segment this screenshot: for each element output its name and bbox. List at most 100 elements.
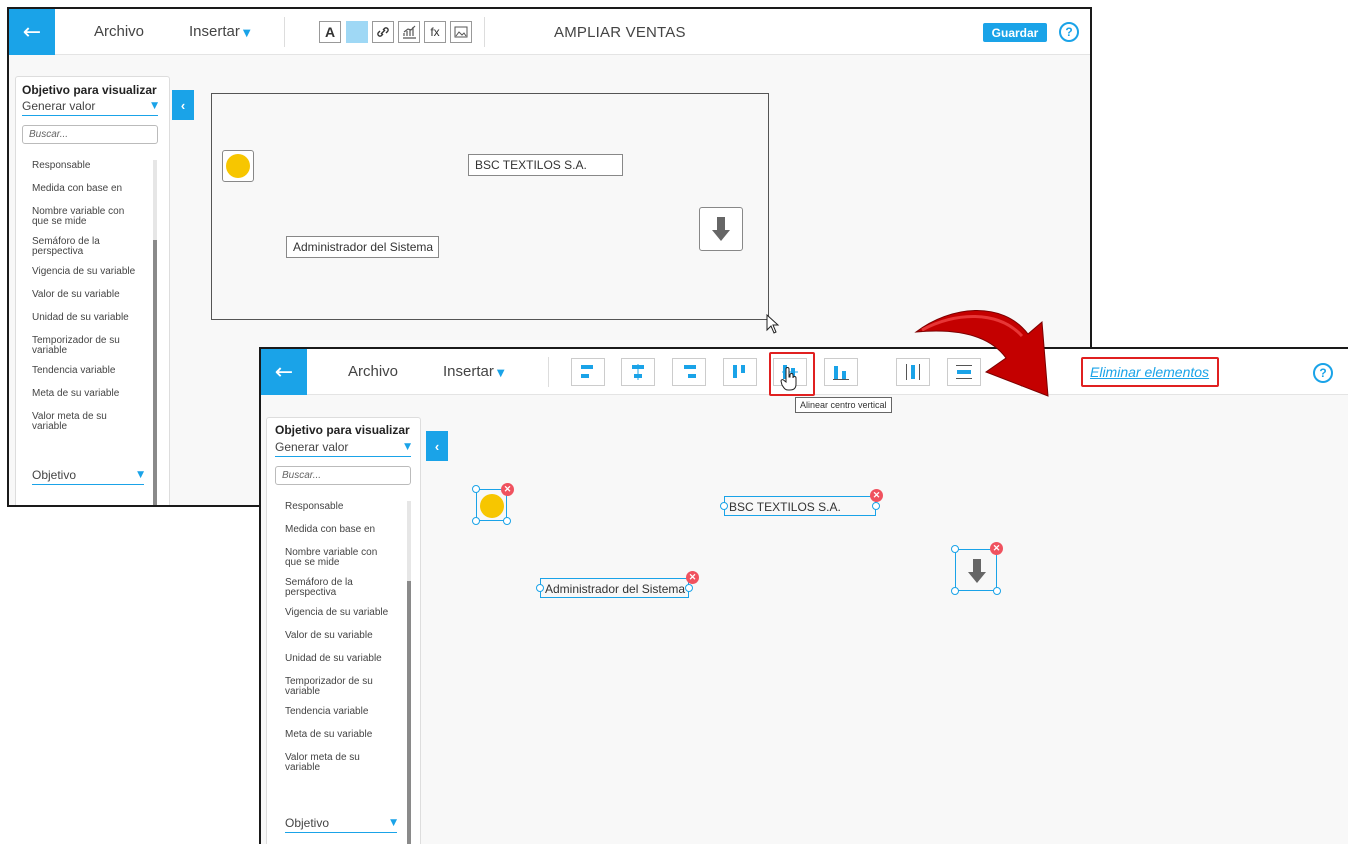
resize-handle[interactable]: [872, 502, 880, 510]
toolbar: ← Archivo Insertar ▼ A fx AMPLIAR VENTAS …: [9, 9, 1090, 55]
help-icon[interactable]: ?: [1313, 363, 1333, 383]
back-button[interactable]: ←: [261, 349, 307, 395]
variable-list: Responsable Medida con base en Nombre vari…: [285, 502, 403, 783]
admin-label[interactable]: Administrador del Sistema: [540, 578, 689, 598]
objective-panel: Objetivo para visualizar Generar valor ▼ …: [15, 76, 170, 505]
trend-widget[interactable]: [699, 207, 743, 251]
formula-button[interactable]: fx: [424, 21, 446, 43]
variable-list-item[interactable]: Semáforo de la perspectiva: [285, 578, 403, 608]
fill-color-button[interactable]: [346, 21, 368, 43]
variable-list-item[interactable]: Responsable: [285, 502, 403, 525]
objective-type-value: Objetivo: [32, 468, 77, 482]
company-label[interactable]: BSC TEXTILOS S.A.: [468, 154, 623, 176]
variable-list-item[interactable]: Unidad de su variable: [32, 313, 150, 336]
variable-list-item[interactable]: Responsable: [32, 161, 150, 184]
objective-select-value: Generar valor: [275, 440, 349, 454]
menu-insertar[interactable]: Insertar ▼: [189, 23, 251, 40]
hand-cursor-icon: [780, 367, 797, 391]
variable-list-item[interactable]: Tendencia variable: [285, 707, 403, 730]
menu-archivo[interactable]: Archivo: [348, 363, 398, 380]
link-button[interactable]: [372, 21, 394, 43]
align-top-button[interactable]: [723, 358, 757, 386]
scrollbar[interactable]: [407, 501, 411, 844]
remove-element-icon[interactable]: ✕: [870, 489, 883, 502]
variable-list-item[interactable]: Valor meta de su variable: [285, 753, 403, 783]
variable-list-item[interactable]: Nombre variable con que se mide: [32, 207, 150, 237]
variable-list-item[interactable]: Meta de su variable: [32, 389, 150, 412]
remove-element-icon[interactable]: ✕: [990, 542, 1003, 555]
resize-handle[interactable]: [472, 517, 480, 525]
variable-list-item[interactable]: Valor de su variable: [32, 290, 150, 313]
caret-down-icon: ▼: [496, 368, 505, 379]
panel-title: Objetivo para visualizar: [22, 83, 157, 97]
save-button[interactable]: Guardar: [983, 23, 1047, 42]
objective-select[interactable]: Generar valor ▼: [22, 99, 158, 116]
panel-title: Objetivo para visualizar: [275, 423, 410, 437]
arrow-down-icon: [712, 217, 730, 241]
collapse-panel-button[interactable]: ‹: [172, 90, 194, 120]
image-button[interactable]: [450, 21, 472, 43]
search-input[interactable]: Buscar...: [275, 466, 411, 485]
variable-list-item[interactable]: Meta de su variable: [285, 730, 403, 753]
variable-list-item[interactable]: Nombre variable con que se mide: [285, 548, 403, 578]
tooltip: Alinear centro vertical: [795, 397, 892, 413]
resize-handle[interactable]: [685, 584, 693, 592]
resize-handle[interactable]: [720, 502, 728, 510]
search-input[interactable]: Buscar...: [22, 125, 158, 144]
objective-type-select[interactable]: Objetivo ▼: [32, 468, 144, 485]
scrollbar[interactable]: [153, 160, 157, 505]
resize-handle[interactable]: [536, 584, 544, 592]
variable-list-item[interactable]: Medida con base en: [32, 184, 150, 207]
company-label-text: BSC TEXTILOS S.A.: [729, 500, 841, 514]
help-icon[interactable]: ?: [1059, 22, 1079, 42]
scrollbar-thumb[interactable]: [407, 581, 411, 844]
delete-elements-link[interactable]: Eliminar elementos: [1090, 364, 1209, 380]
variable-list-item[interactable]: Temporizador de su variable: [285, 677, 403, 707]
chevron-down-icon: ▼: [137, 470, 144, 480]
variable-list-item[interactable]: Unidad de su variable: [285, 654, 403, 677]
align-right-button[interactable]: [672, 358, 706, 386]
variable-list-item[interactable]: Valor meta de su variable: [32, 412, 150, 442]
resize-handle[interactable]: [472, 485, 480, 493]
link-icon: [377, 27, 389, 37]
variable-list-item[interactable]: Medida con base en: [285, 525, 403, 548]
resize-handle[interactable]: [951, 587, 959, 595]
text-tool-button[interactable]: A: [319, 21, 341, 43]
align-center-horizontal-button[interactable]: [621, 358, 655, 386]
trend-widget[interactable]: [955, 549, 997, 591]
variable-list-item[interactable]: Valor de su variable: [285, 631, 403, 654]
objective-select[interactable]: Generar valor ▼: [275, 440, 411, 457]
admin-label[interactable]: Administrador del Sistema: [286, 236, 439, 258]
back-button[interactable]: ←: [9, 9, 55, 55]
align-bottom-icon: [833, 366, 849, 380]
company-label[interactable]: BSC TEXTILOS S.A.: [724, 496, 876, 516]
menu-insertar-label: Insertar: [189, 23, 240, 40]
align-left-icon: [581, 365, 593, 378]
collapse-panel-button[interactable]: ‹: [426, 431, 448, 461]
document-title: AMPLIAR VENTAS: [554, 24, 686, 41]
resize-handle[interactable]: [993, 587, 1001, 595]
objective-type-select[interactable]: Objetivo ▼: [285, 816, 397, 833]
align-left-button[interactable]: [571, 358, 605, 386]
chart-button[interactable]: [398, 21, 420, 43]
resize-handle[interactable]: [951, 545, 959, 553]
remove-element-icon[interactable]: ✕: [686, 571, 699, 584]
scrollbar-thumb[interactable]: [153, 240, 157, 505]
variable-list: Responsable Medida con base en Nombre vari…: [32, 161, 150, 442]
caret-down-icon: ▼: [242, 28, 251, 39]
canvas-frame: [211, 93, 769, 320]
variable-list-item[interactable]: Temporizador de su variable: [32, 336, 150, 366]
objective-select-value: Generar valor: [22, 99, 96, 113]
variable-list-item[interactable]: Tendencia variable: [32, 366, 150, 389]
variable-list-item[interactable]: Semáforo de la perspectiva: [32, 237, 150, 267]
align-center-horizontal-icon: [632, 364, 644, 380]
variable-list-item[interactable]: Vigencia de su variable: [285, 608, 403, 631]
menu-archivo[interactable]: Archivo: [94, 23, 144, 40]
semaphore-widget[interactable]: [222, 150, 254, 182]
resize-handle[interactable]: [503, 517, 511, 525]
divider: [548, 357, 549, 387]
remove-element-icon[interactable]: ✕: [501, 483, 514, 496]
align-bottom-button[interactable]: [824, 358, 858, 386]
variable-list-item[interactable]: Vigencia de su variable: [32, 267, 150, 290]
menu-insertar[interactable]: Insertar ▼: [443, 363, 505, 380]
